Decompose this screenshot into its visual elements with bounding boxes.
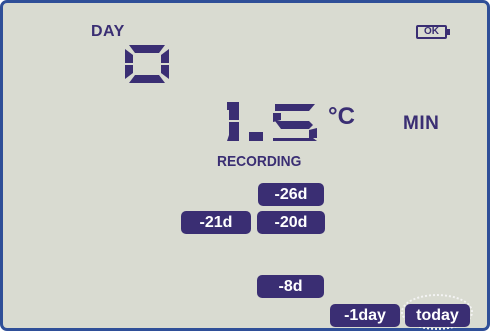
history-minus-21d-button[interactable]: -21d bbox=[181, 211, 251, 234]
recording-status: RECORDING bbox=[217, 153, 302, 170]
digit-5-bottom bbox=[273, 138, 317, 141]
digit-1-lower bbox=[227, 122, 239, 141]
history-today-button[interactable]: today bbox=[405, 304, 470, 327]
seg-b bbox=[161, 49, 169, 63]
seg-e bbox=[125, 65, 133, 79]
digit-5-top bbox=[275, 104, 315, 111]
temperature-readout bbox=[227, 102, 317, 141]
lcd-display: DAY OK °C MIN RECORDING -26d -21d -20d -… bbox=[0, 0, 490, 331]
seg-f bbox=[125, 49, 133, 63]
seg-a bbox=[129, 45, 165, 53]
history-minus-1day-button[interactable]: -1day bbox=[330, 304, 400, 327]
day-counter-digit bbox=[125, 45, 169, 83]
seg-d bbox=[129, 75, 165, 83]
decimal-point bbox=[249, 132, 263, 141]
history-minus-8d-button[interactable]: -8d bbox=[257, 275, 324, 298]
day-label: DAY bbox=[91, 23, 125, 40]
digit-5-upper-left bbox=[273, 113, 281, 122]
history-minus-26d-button[interactable]: -26d bbox=[258, 183, 324, 206]
temperature-unit: °C bbox=[328, 103, 355, 130]
history-minus-20d-button[interactable]: -20d bbox=[257, 211, 325, 234]
digit-1-upper bbox=[227, 102, 239, 120]
digit-5-middle bbox=[275, 121, 313, 129]
seg-c bbox=[161, 65, 169, 79]
min-indicator: MIN bbox=[403, 113, 440, 134]
battery-status-text: OK bbox=[416, 25, 447, 39]
digit-5-lower-right bbox=[309, 128, 317, 138]
